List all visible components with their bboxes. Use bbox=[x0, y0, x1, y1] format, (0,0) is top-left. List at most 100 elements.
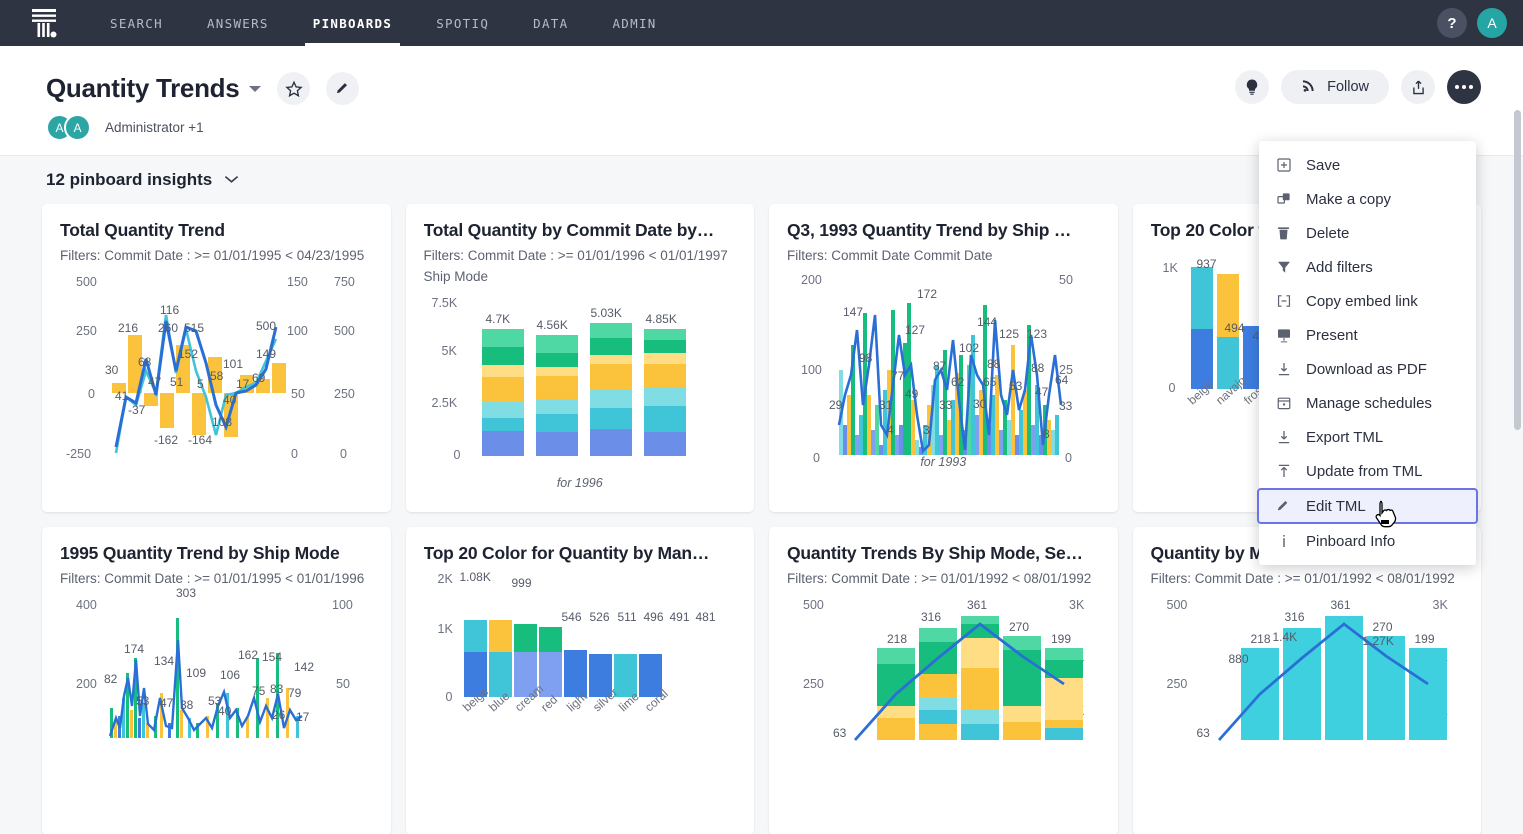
nav-item-data[interactable]: DATA bbox=[511, 0, 590, 46]
menu-item-label: Export TML bbox=[1306, 429, 1383, 446]
data-label: -162 bbox=[154, 433, 178, 447]
data-label: 98 bbox=[859, 351, 872, 365]
chart-1995-quantity-trend: 400 200 100 50 bbox=[60, 598, 373, 798]
embed-link-icon bbox=[1275, 293, 1292, 309]
insight-card[interactable]: Total Quantity by Commit Date by… Filter… bbox=[406, 204, 755, 512]
share-button[interactable] bbox=[1401, 70, 1435, 104]
avatar[interactable]: A bbox=[1477, 8, 1507, 38]
pencil-icon bbox=[1275, 499, 1292, 514]
menu-item-download-as-pdf[interactable]: Download as PDF bbox=[1259, 352, 1476, 386]
data-label: 62 bbox=[951, 375, 964, 389]
data-label: 4.85K bbox=[646, 312, 677, 326]
menu-item-label: Copy embed link bbox=[1306, 293, 1418, 310]
avatar[interactable]: A bbox=[64, 114, 91, 141]
chart-total-quantity-trend: 500 250 0 -250 150 100 50 0 750 500 250 … bbox=[60, 275, 373, 475]
insights-count-label: 12 pinboard insights bbox=[46, 170, 212, 190]
data-label: 270 bbox=[1009, 620, 1029, 634]
insight-card[interactable]: Total Quantity Trend Filters: Commit Dat… bbox=[42, 204, 391, 512]
nav-label: ANSWERS bbox=[207, 16, 269, 31]
data-label: 4.56K bbox=[537, 318, 568, 332]
menu-item-label: Add filters bbox=[1306, 259, 1373, 276]
present-screen-icon bbox=[1275, 327, 1292, 343]
data-label: 38 bbox=[180, 698, 193, 712]
nav-item-pinboards[interactable]: PINBOARDS bbox=[291, 0, 414, 46]
card-filters: Filters: Commit Date : >= 01/01/1992 < 0… bbox=[787, 569, 1100, 590]
insight-card[interactable]: 1995 Quantity Trend by Ship Mode Filters… bbox=[42, 527, 391, 834]
nav-label: ADMIN bbox=[612, 16, 656, 31]
nav-label: DATA bbox=[533, 16, 568, 31]
menu-item-edit-tml[interactable]: Edit TML bbox=[1257, 488, 1478, 524]
data-label: 106 bbox=[220, 668, 240, 682]
menu-item-add-filters[interactable]: Add filters bbox=[1259, 250, 1476, 284]
menu-item-delete[interactable]: Delete bbox=[1259, 216, 1476, 250]
follow-button[interactable]: Follow bbox=[1281, 70, 1389, 104]
insight-card[interactable]: Quantity Trends By Ship Mode, Se… Filter… bbox=[769, 527, 1118, 834]
data-label: 162 bbox=[238, 648, 258, 662]
menu-item-label: Download as PDF bbox=[1306, 361, 1427, 378]
data-label: 33 bbox=[1059, 399, 1072, 413]
top-navigation-bar: SEARCH ANSWERS PINBOARDS SPOTIQ DATA ADM… bbox=[0, 0, 1523, 46]
card-filters: Filters: Commit Date : >= 01/01/1996 < 0… bbox=[424, 246, 737, 288]
favorite-star-button[interactable] bbox=[277, 72, 310, 105]
data-label: 63 bbox=[833, 726, 846, 740]
nav-item-spotiq[interactable]: SPOTIQ bbox=[414, 0, 511, 46]
menu-item-export-tml[interactable]: Export TML bbox=[1259, 420, 1476, 454]
data-label: 142 bbox=[294, 660, 314, 674]
data-label: 199 bbox=[1051, 632, 1071, 646]
axis-tick: 250 bbox=[334, 387, 355, 401]
help-label: ? bbox=[1447, 15, 1456, 32]
edit-pinboard-button[interactable] bbox=[326, 72, 359, 105]
insight-card[interactable]: Q3, 1993 Quantity Trend by Ship … Filter… bbox=[769, 204, 1118, 512]
card-title: Q3, 1993 Quantity Trend by Ship … bbox=[787, 220, 1100, 241]
vertical-scrollbar[interactable] bbox=[1514, 52, 1521, 812]
card-title: Total Quantity Trend bbox=[60, 220, 373, 241]
thoughtspot-app: SEARCH ANSWERS PINBOARDS SPOTIQ DATA ADM… bbox=[0, 0, 1523, 834]
menu-item-copy-embed-link[interactable]: Copy embed link bbox=[1259, 284, 1476, 318]
chart-top-20-color-by-manufacturer: 2K 1K 0 1.08K 999 bbox=[424, 594, 737, 794]
data-label: 17 bbox=[236, 377, 249, 391]
menu-item-make-a-copy[interactable]: Make a copy bbox=[1259, 182, 1476, 216]
more-options-button[interactable] bbox=[1447, 70, 1481, 104]
menu-item-present[interactable]: Present bbox=[1259, 318, 1476, 352]
scrollbar-thumb[interactable] bbox=[1514, 110, 1521, 430]
nav-item-admin[interactable]: ADMIN bbox=[590, 0, 678, 46]
axis-tick: 750 bbox=[334, 275, 355, 289]
data-label: 33 bbox=[939, 398, 952, 412]
axis-tick: 0 bbox=[340, 447, 347, 461]
menu-item-save[interactable]: Save bbox=[1259, 148, 1476, 182]
data-label: 88 bbox=[987, 357, 1000, 371]
data-label: 218 bbox=[1251, 632, 1271, 646]
insight-card[interactable]: Quantity by Monthly (Commit Date) Filter… bbox=[1133, 527, 1482, 834]
nav-items: SEARCH ANSWERS PINBOARDS SPOTIQ DATA ADM… bbox=[88, 0, 679, 46]
menu-item-pinboard-info[interactable]: Pinboard Info bbox=[1259, 524, 1476, 558]
data-label: 5.03K bbox=[591, 306, 622, 320]
title-dropdown-caret-icon[interactable] bbox=[249, 86, 261, 92]
menu-item-update-from-tml[interactable]: Update from TML bbox=[1259, 454, 1476, 488]
data-label: 174 bbox=[124, 642, 144, 656]
chart-total-quantity-by-commit-date: 7.5K 5K 2.5K 0 bbox=[424, 296, 737, 496]
data-label: 65 bbox=[983, 375, 996, 389]
help-icon[interactable]: ? bbox=[1437, 8, 1467, 38]
calendar-icon bbox=[1275, 395, 1292, 411]
chart-footnote: for 1993 bbox=[787, 455, 1100, 469]
lightbulb-insights-button[interactable] bbox=[1235, 70, 1269, 104]
data-label: 79 bbox=[288, 686, 301, 700]
more-options-menu: Save Make a copy Delete bbox=[1259, 141, 1476, 565]
menu-item-manage-schedules[interactable]: Manage schedules bbox=[1259, 386, 1476, 420]
nav-item-answers[interactable]: ANSWERS bbox=[185, 0, 291, 46]
insight-card[interactable]: Top 20 Color for Quantity by Man… 2K 1K … bbox=[406, 527, 755, 834]
data-label: 77 bbox=[891, 369, 904, 383]
thoughtspot-logo-icon[interactable] bbox=[0, 7, 88, 39]
data-label: 1.27K bbox=[1363, 634, 1394, 648]
data-label: 29 bbox=[829, 398, 842, 412]
chart-footnote: for 1996 bbox=[424, 476, 737, 490]
nav-item-search[interactable]: SEARCH bbox=[88, 0, 185, 46]
data-label: 361 bbox=[1331, 598, 1351, 612]
data-label: 134 bbox=[154, 654, 174, 668]
data-label: 26 bbox=[272, 708, 285, 722]
chevron-down-icon[interactable] bbox=[224, 171, 239, 189]
avatar-initial: A bbox=[1487, 15, 1496, 31]
data-label: 41 bbox=[115, 389, 128, 403]
chart-plot bbox=[787, 275, 1087, 475]
data-label: 47 bbox=[1035, 385, 1048, 399]
